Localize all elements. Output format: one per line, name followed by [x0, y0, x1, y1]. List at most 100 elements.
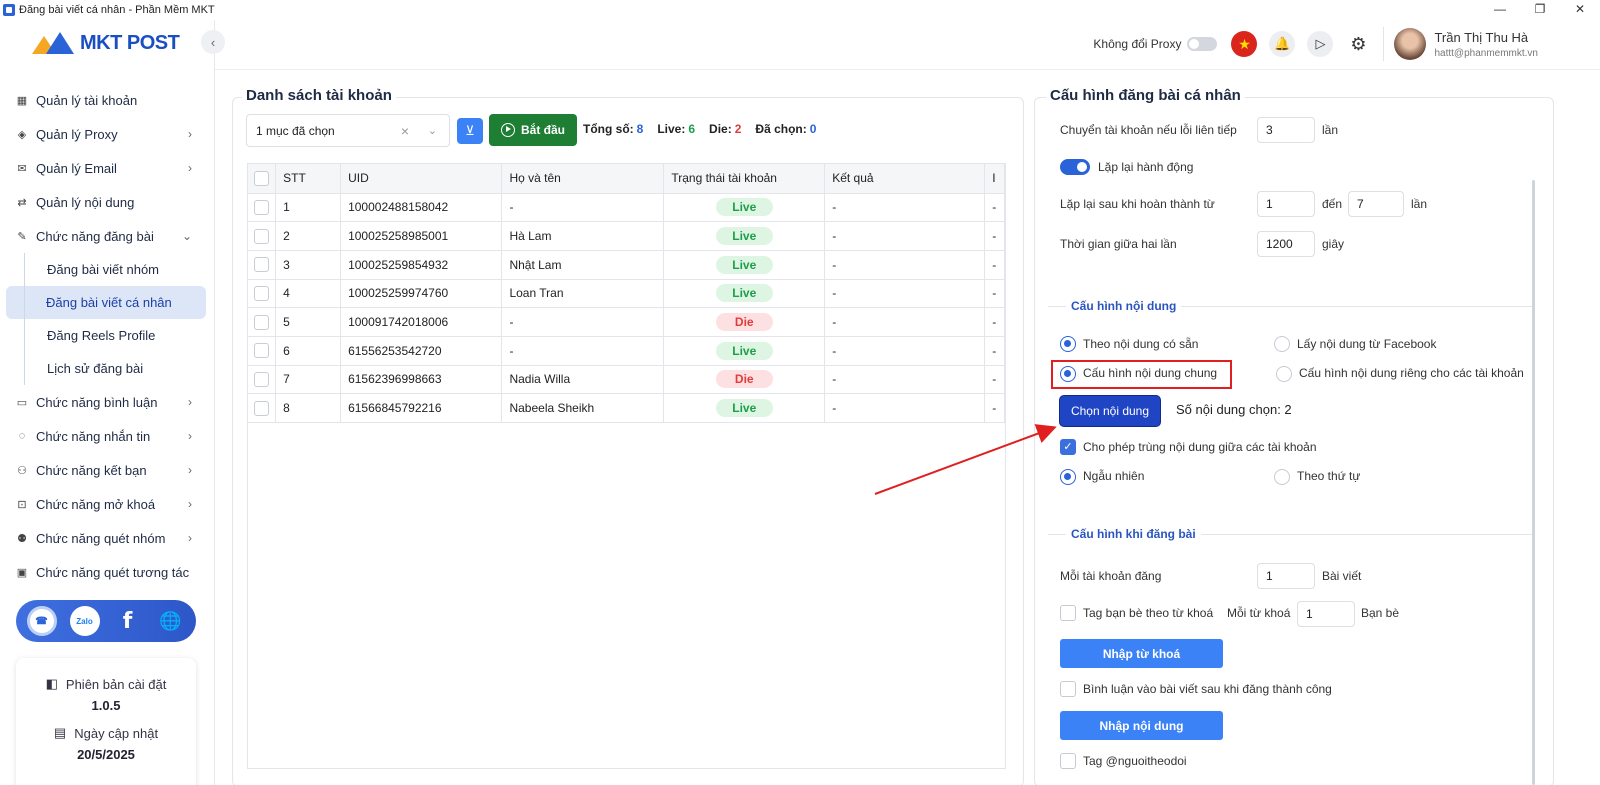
table-row[interactable]: 1 100002488158042- Live - -	[248, 193, 1005, 223]
table-row[interactable]: 3 100025259854932 Nhật Lam Live - -	[248, 250, 1005, 280]
col-stt[interactable]: STT	[275, 164, 342, 194]
tag-friends-checkbox[interactable]	[1060, 605, 1076, 621]
zalo-icon[interactable]: Zalo	[69, 606, 100, 636]
row-checkbox[interactable]	[254, 400, 270, 416]
sidebar-item-friend[interactable]: ⚇ Chức năng kết bạn ›	[6, 453, 206, 487]
total-label: Tổng số:	[583, 122, 634, 136]
sidebar-item-scan-interaction[interactable]: ▣ Chức năng quét tương tác	[6, 555, 206, 589]
sidebar-item-label: Quản lý Email	[36, 160, 117, 176]
minimize-button[interactable]: —	[1480, 0, 1520, 18]
selected-label: Đã chọn:	[755, 122, 807, 136]
row-checkbox[interactable]	[254, 314, 270, 330]
restore-button[interactable]: ❐	[1520, 0, 1560, 18]
sidebar-item-scan-group[interactable]: ⚉ Chức năng quét nhóm ›	[6, 521, 206, 555]
col-extra[interactable]: I	[984, 164, 1005, 194]
accounts-panel-title: Danh sách tài khoản	[242, 87, 396, 104]
repeat-toggle[interactable]	[1060, 159, 1090, 175]
bell-icon[interactable]: 🔔	[1269, 31, 1296, 57]
row-checkbox[interactable]	[254, 200, 270, 215]
account-select[interactable]: 1 mục đã chọn × ⌄	[246, 114, 450, 147]
row-checkbox[interactable]	[254, 343, 270, 359]
die-label: Die:	[709, 122, 732, 136]
table-row[interactable]: 5 100091742018006- Die - -	[248, 307, 1005, 337]
interval-input[interactable]: 1200	[1257, 231, 1315, 257]
col-uid[interactable]: UID	[340, 164, 503, 194]
version-label: Phiên bản cài đặt	[65, 676, 167, 692]
row-uid: 100002488158042	[340, 193, 503, 223]
sidebar-item-label: Chức năng kết bạn	[36, 462, 147, 478]
clear-icon[interactable]: ×	[401, 123, 409, 139]
chevron-down-icon[interactable]: ⌄	[428, 124, 437, 137]
row-uid: 61562396998663	[340, 365, 503, 395]
app-icon	[3, 4, 15, 16]
row-checkbox[interactable]	[254, 257, 270, 273]
row-checkbox[interactable]	[254, 228, 270, 244]
choose-content-button[interactable]: Chọn nội dung	[1060, 396, 1160, 426]
radio-separate-content[interactable]	[1276, 366, 1292, 382]
sidebar-menu: ▦ Quản lý tài khoản ◈ Quản lý Proxy › ✉ …	[6, 83, 206, 589]
clear-filter-button[interactable]: ⊻	[457, 118, 483, 144]
row-extra: -	[984, 221, 1005, 251]
sidebar-item-accounts[interactable]: ▦ Quản lý tài khoản	[6, 83, 206, 117]
sidebar-subitem-history[interactable]: Lịch sử đăng bài	[24, 352, 206, 385]
allow-duplicate-checkbox[interactable]: ✓	[1060, 439, 1076, 455]
radio-available-content[interactable]	[1060, 336, 1076, 352]
row-extra: -	[984, 336, 1005, 366]
row-stt: 3	[275, 250, 342, 280]
sidebar-item-content[interactable]: ⇄ Quản lý nội dung	[6, 185, 206, 219]
globe-icon[interactable]: 🌐	[156, 606, 186, 636]
sidebar-item-proxy[interactable]: ◈ Quản lý Proxy ›	[6, 117, 206, 151]
sidebar-item-unlock[interactable]: ⊡ Chức năng mở khoá ›	[6, 487, 206, 521]
table-row[interactable]: 6 61556253542720- Live - -	[248, 336, 1005, 366]
config-scrollbar[interactable]	[1532, 180, 1535, 785]
tag-follower-checkbox[interactable]	[1060, 753, 1076, 769]
sidebar-subitem-group-post[interactable]: Đăng bài viết nhóm	[24, 253, 206, 286]
col-result[interactable]: Kết quả	[824, 164, 986, 194]
import-keywords-button[interactable]: Nhập từ khoá	[1060, 639, 1223, 668]
table-row[interactable]: 4 100025259974760 Loan Tran Live - -	[248, 279, 1005, 309]
sidebar-subitem-personal-post[interactable]: Đăng bài viết cá nhân	[6, 286, 206, 319]
per-keyword-input[interactable]: 1	[1297, 601, 1355, 627]
table-row[interactable]: 8 61566845792216 Nabeela Sheikh Live - -	[248, 393, 1005, 423]
row-status: Die	[663, 365, 826, 395]
vietnam-flag-icon[interactable]: ★	[1231, 31, 1258, 57]
collapse-sidebar-button[interactable]: ‹	[201, 30, 225, 54]
support-icon[interactable]: ☎	[26, 606, 57, 636]
row-uid: 100025259854932	[340, 250, 503, 280]
row-stt: 4	[275, 279, 342, 309]
row-uid: 100025258985001	[340, 221, 503, 251]
avatar[interactable]	[1394, 28, 1427, 60]
select-all-checkbox[interactable]	[254, 170, 270, 186]
selected-count: 0	[809, 122, 817, 136]
import-content-button[interactable]: Nhập nội dung	[1060, 711, 1223, 740]
sidebar-item-comment[interactable]: ▭ Chức năng bình luận ›	[6, 385, 206, 419]
sidebar-item-message[interactable]: ◌ Chức năng nhắn tin ›	[6, 419, 206, 453]
per-account-input[interactable]: 1	[1257, 563, 1315, 589]
start-button[interactable]: Bắt đầu	[489, 114, 577, 146]
sidebar-item-posting[interactable]: ✎ Chức năng đăng bài ⌄	[6, 219, 206, 253]
repeat-from-input[interactable]: 1	[1257, 191, 1315, 217]
sidebar-item-email[interactable]: ✉ Quản lý Email ›	[6, 151, 206, 185]
facebook-icon[interactable]: f	[113, 606, 143, 636]
sidebar-subitem-reels[interactable]: Đăng Reels Profile	[24, 319, 206, 352]
row-checkbox[interactable]	[254, 286, 270, 302]
table-row[interactable]: 7 61562396998663 Nadia Willa Die - -	[248, 365, 1005, 395]
radio-random[interactable]	[1060, 469, 1076, 485]
col-status[interactable]: Trạng thái tài khoản	[663, 164, 826, 194]
col-name[interactable]: Họ và tên	[501, 164, 665, 194]
radio-sequential[interactable]	[1274, 469, 1290, 485]
switch-account-input[interactable]: 3	[1257, 117, 1315, 143]
close-button[interactable]: ✕	[1560, 0, 1600, 18]
row-checkbox[interactable]	[254, 372, 270, 388]
proxy-toggle[interactable]	[1187, 37, 1218, 51]
content-count-label: Số nội dung chọn: 2	[1176, 402, 1292, 417]
config-panel-title: Cấu hình đăng bài cá nhân	[1046, 87, 1245, 104]
row-name: -	[501, 336, 665, 366]
gear-icon[interactable]: ⚙	[1345, 31, 1372, 57]
repeat-to-input[interactable]: 7	[1348, 191, 1404, 217]
radio-facebook-content[interactable]	[1274, 336, 1290, 352]
play-icon[interactable]: ▷	[1307, 31, 1334, 57]
start-button-label: Bắt đầu	[520, 123, 565, 137]
table-row[interactable]: 2 100025258985001 Hà Lam Live - -	[248, 221, 1005, 251]
comment-after-checkbox[interactable]	[1060, 681, 1076, 697]
